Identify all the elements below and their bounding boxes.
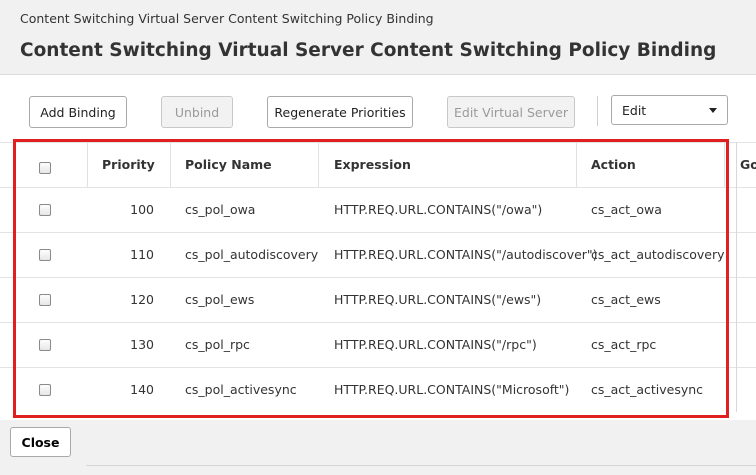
row-checkbox[interactable] [39, 339, 51, 351]
column-header-priority[interactable]: Priority [102, 142, 155, 187]
column-header-action[interactable]: Action [591, 142, 636, 187]
row-policy-name: cs_pol_rpc [185, 337, 250, 352]
row-checkbox[interactable] [39, 249, 51, 261]
edit-virtual-server-button[interactable]: Edit Virtual Server [447, 96, 575, 128]
edit-select-value: Edit [622, 102, 647, 118]
row-policy-name: cs_pol_autodiscovery [185, 247, 319, 262]
column-header-policy-name[interactable]: Policy Name [185, 142, 272, 187]
row-priority: 100 [130, 202, 154, 217]
row-policy-name: cs_pol_activesync [185, 382, 297, 397]
panel-right-border [736, 142, 737, 412]
caret-down-icon [709, 108, 717, 113]
close-button[interactable]: Close [10, 427, 71, 457]
row-expression: HTTP.REQ.URL.CONTAINS("/owa") [334, 202, 543, 217]
row-action: cs_act_activesync [591, 382, 704, 397]
row-expression: HTTP.REQ.URL.CONTAINS("/autodiscover") [334, 247, 598, 262]
header-divider [318, 142, 319, 187]
row-expression: HTTP.REQ.URL.CONTAINS("Microsoft") [334, 382, 570, 397]
header: Content Switching Virtual Server Content… [0, 0, 756, 74]
row-action: cs_act_ews [591, 292, 661, 307]
row-action: cs_act_autodiscovery [591, 247, 725, 262]
column-header-goto[interactable]: Go [740, 142, 756, 187]
bindings-table: Priority Policy Name Expression Action G… [0, 142, 756, 412]
row-checkbox[interactable] [39, 384, 51, 396]
header-divider [576, 142, 577, 187]
select-all-checkbox[interactable] [39, 162, 51, 174]
footer-divider [86, 465, 756, 466]
row-action: cs_act_owa [591, 202, 662, 217]
row-expression: HTTP.REQ.URL.CONTAINS("/ews") [334, 292, 542, 307]
row-priority: 110 [130, 247, 154, 262]
toolbar-divider [597, 96, 598, 126]
breadcrumb: Content Switching Virtual Server Content… [20, 11, 434, 26]
row-policy-name: cs_pol_owa [185, 202, 256, 217]
row-checkbox[interactable] [39, 294, 51, 306]
row-action: cs_act_rpc [591, 337, 657, 352]
row-priority: 120 [130, 292, 154, 307]
row-expression: HTTP.REQ.URL.CONTAINS("/rpc") [334, 337, 537, 352]
add-binding-button[interactable]: Add Binding [29, 96, 127, 128]
page-title: Content Switching Virtual Server Content… [20, 40, 717, 61]
row-priority: 140 [130, 382, 154, 397]
edit-select[interactable]: Edit [611, 95, 728, 125]
regenerate-priorities-button[interactable]: Regenerate Priorities [267, 96, 413, 128]
row-checkbox[interactable] [39, 204, 51, 216]
header-divider [87, 142, 88, 187]
unbind-button[interactable]: Unbind [161, 96, 233, 128]
column-header-expression[interactable]: Expression [334, 142, 411, 187]
header-divider [724, 142, 725, 187]
row-policy-name: cs_pol_ews [185, 292, 255, 307]
header-divider [170, 142, 171, 187]
row-priority: 130 [130, 337, 154, 352]
